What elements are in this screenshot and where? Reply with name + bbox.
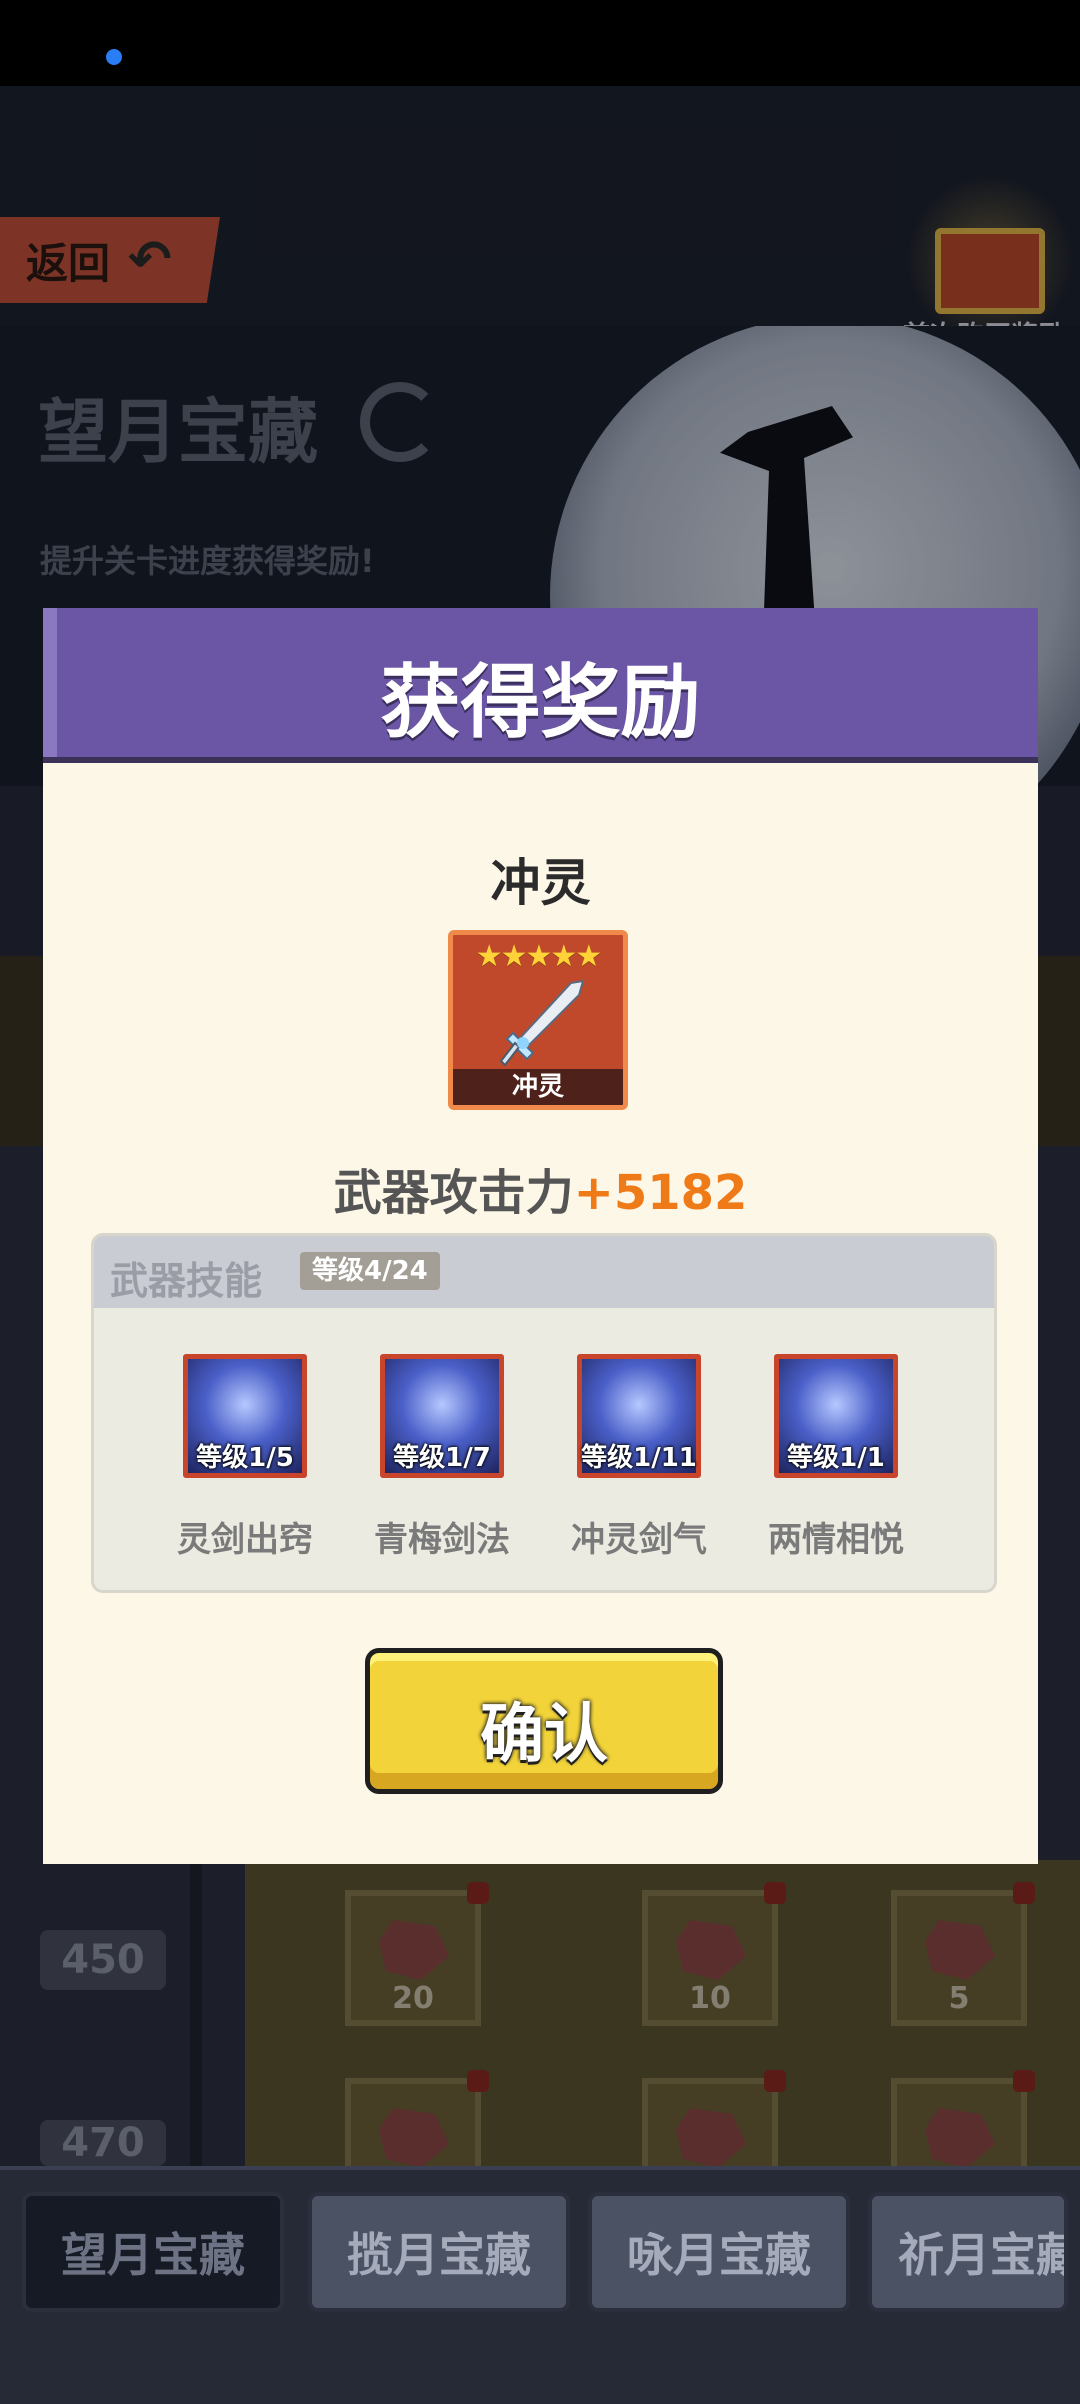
skill-icon: 等级1/7 xyxy=(380,1354,504,1478)
attack-line: 武器攻击力+5182 xyxy=(43,1153,1038,1223)
dialog-header: 获得奖励 xyxy=(43,608,1038,763)
skill-item[interactable]: 等级1/7 青梅剑法 xyxy=(367,1354,517,1561)
skill-name: 冲灵剑气 xyxy=(571,1520,707,1560)
skill-level: 等级1/1 xyxy=(787,1443,885,1473)
skill-item[interactable]: 等级1/5 灵剑出窍 xyxy=(170,1354,320,1561)
skill-name: 青梅剑法 xyxy=(374,1520,510,1560)
item-name: 冲灵 xyxy=(490,854,591,912)
confirm-label: 确认 xyxy=(480,1698,608,1772)
confirm-button[interactable]: 确认 xyxy=(365,1648,723,1794)
skills-level-badge: 等级4/24 xyxy=(300,1252,440,1290)
skill-icon: 等级1/1 xyxy=(774,1354,898,1478)
skill-level: 等级1/11 xyxy=(581,1443,697,1473)
weapon-skills-panel: 武器技能 等级4/24 等级1/5 灵剑出窍 等级1/7 青梅剑法 等级1/11… xyxy=(91,1233,997,1593)
skill-icon: 等级1/5 xyxy=(183,1354,307,1478)
tab-wangyue[interactable]: 望月宝藏 xyxy=(22,2192,284,2312)
notification-dot-icon xyxy=(106,49,122,65)
tab-qiyue[interactable]: 祈月宝藏 xyxy=(868,2192,1068,2312)
attack-label: 武器攻击力 xyxy=(333,1165,574,1221)
tab-yongyue[interactable]: 咏月宝藏 xyxy=(588,2192,850,2312)
sword-icon xyxy=(499,979,585,1067)
skill-level: 等级1/7 xyxy=(393,1443,491,1473)
star-rating: ★★★★★ xyxy=(475,939,602,974)
dialog-title: 获得奖励 xyxy=(380,656,701,749)
skills-title: 武器技能 xyxy=(110,1259,263,1303)
weapon-card[interactable]: ★★★★★ 冲灵 xyxy=(448,930,628,1110)
skill-level: 等级1/5 xyxy=(196,1443,294,1473)
skill-item[interactable]: 等级1/1 两情相悦 xyxy=(761,1354,911,1561)
skill-icon: 等级1/11 xyxy=(577,1354,701,1478)
skill-item[interactable]: 等级1/11 冲灵剑气 xyxy=(564,1354,714,1561)
attack-bonus: +5182 xyxy=(573,1165,748,1221)
reward-dialog: 获得奖励 冲灵 ★★★★★ 冲灵 武器攻击力+5182 武器技能 等级4/24 … xyxy=(43,608,1038,1864)
skills-header: 武器技能 等级4/24 xyxy=(94,1236,994,1308)
tab-lanyue[interactable]: 揽月宝藏 xyxy=(308,2192,570,2312)
skill-name: 两情相悦 xyxy=(768,1520,904,1560)
item-card-label: 冲灵 xyxy=(453,1069,623,1105)
status-bar xyxy=(0,0,1080,86)
skill-name: 灵剑出窍 xyxy=(177,1520,313,1560)
